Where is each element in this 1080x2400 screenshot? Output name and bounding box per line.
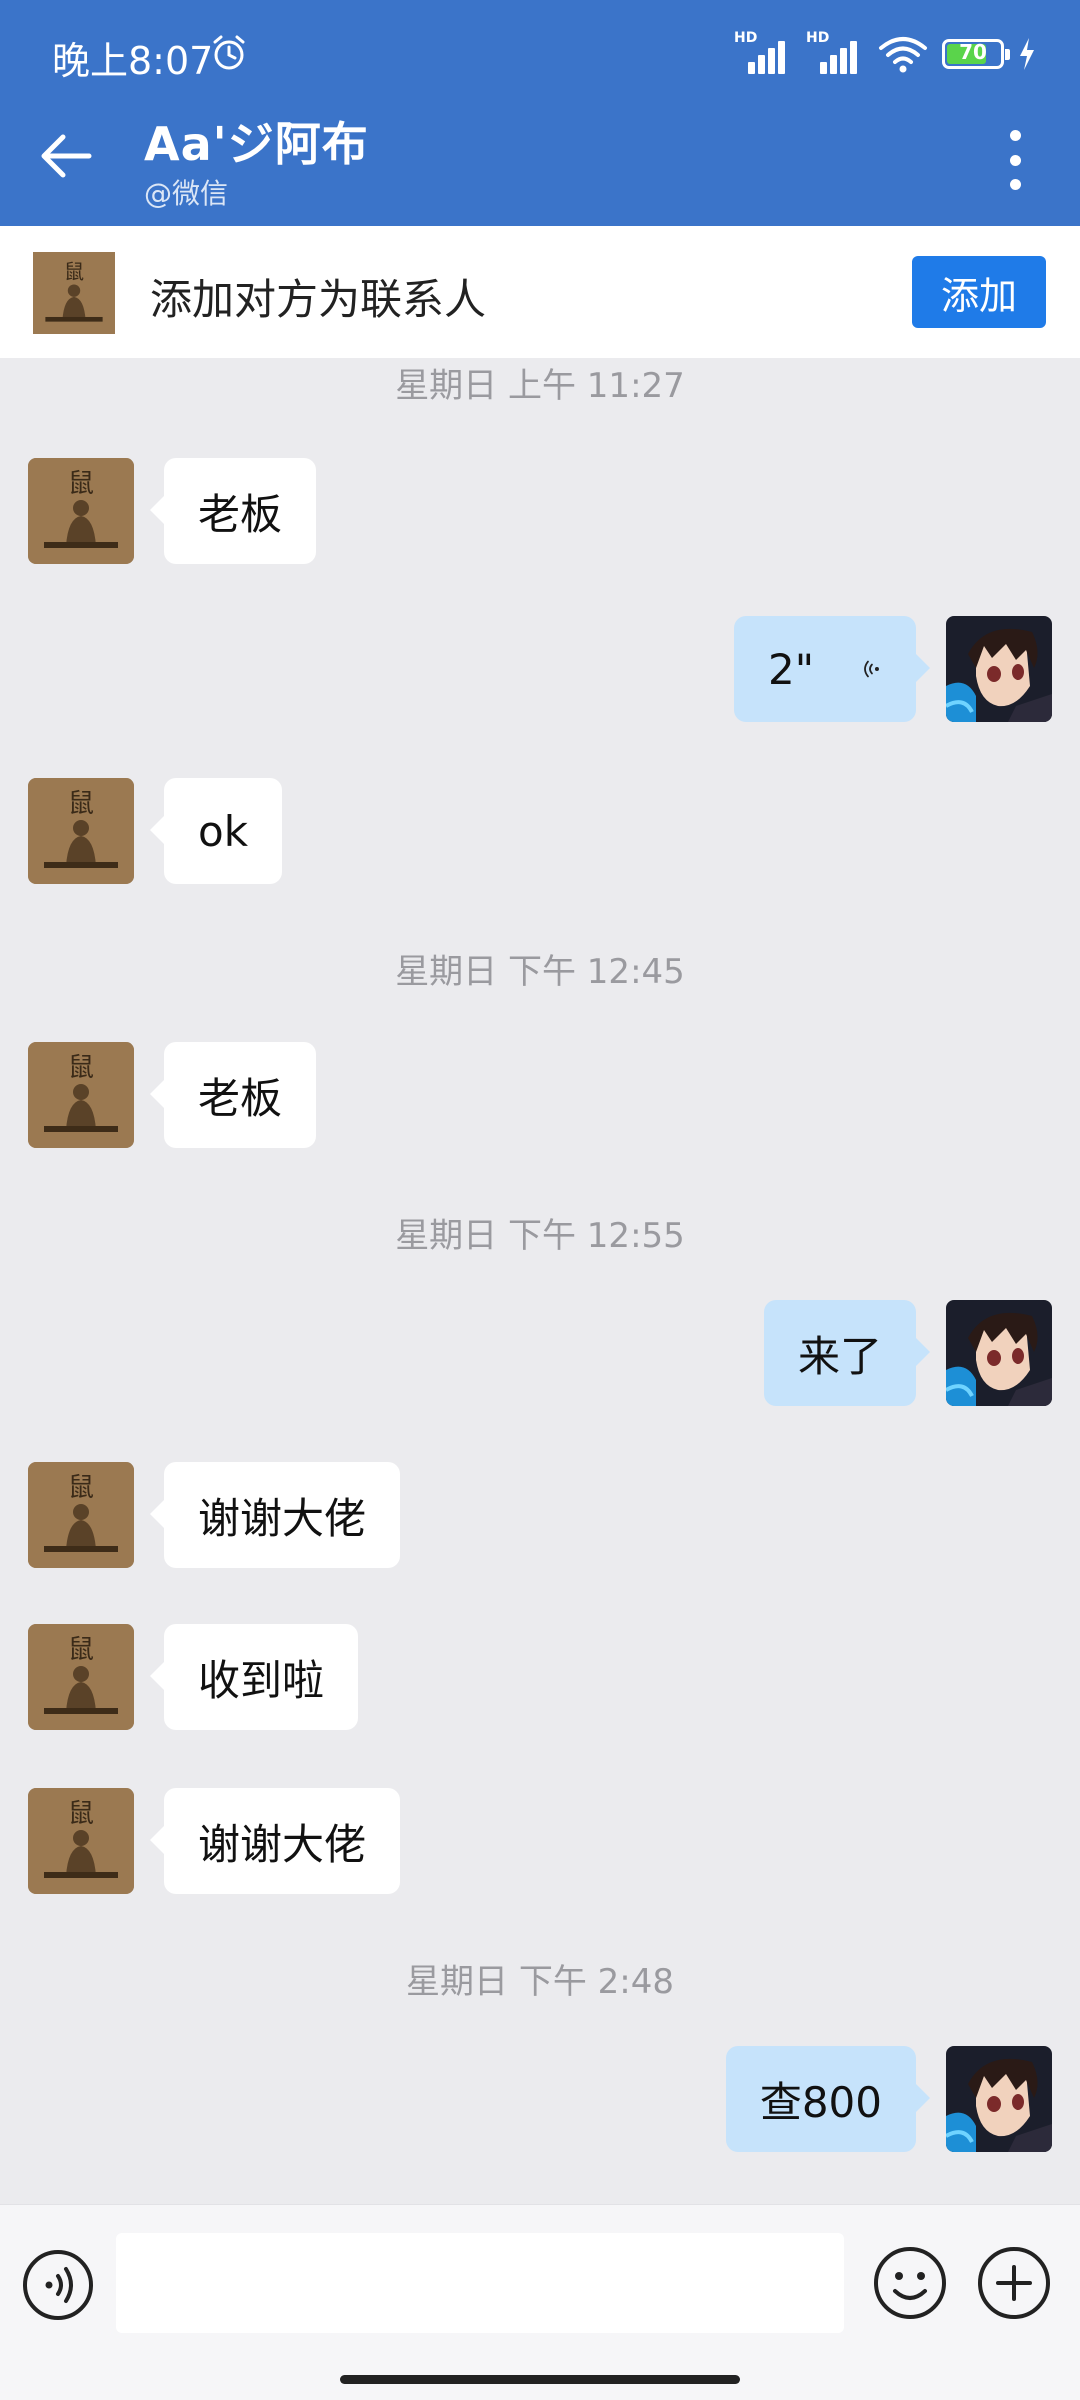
- add-contact-button[interactable]: 添加: [912, 256, 1046, 328]
- message-text: ok: [198, 806, 249, 856]
- chat-title: Aa'ジ阿布: [144, 117, 369, 171]
- message-text: 老板: [198, 1073, 283, 1123]
- contact-avatar[interactable]: [28, 458, 134, 564]
- self-avatar[interactable]: [946, 2046, 1052, 2152]
- battery-level: 70: [959, 40, 987, 64]
- message-bubble[interactable]: 老板: [149, 1042, 317, 1148]
- message-bubble[interactable]: 查800: [725, 2046, 931, 2152]
- alarm-icon: [213, 35, 245, 70]
- voice-wave-icon: [864, 660, 880, 678]
- battery-icon: 70: [942, 39, 1010, 69]
- contact-avatar[interactable]: [28, 1624, 134, 1730]
- message-input[interactable]: [116, 2233, 844, 2333]
- message-bubble[interactable]: 老板: [149, 458, 317, 564]
- charging-icon: [1020, 38, 1034, 70]
- contact-avatar[interactable]: [28, 1462, 134, 1568]
- self-avatar[interactable]: [946, 1300, 1052, 1406]
- timestamp: 星期日 上午 11:27: [395, 366, 685, 406]
- home-indicator[interactable]: [340, 2375, 740, 2384]
- message-list[interactable]: 星期日 上午 11:27 老板 2" ok 星期日 下午 12:45 老板 星期…: [0, 358, 1080, 2204]
- status-bar: 晚上8:07 HD HD 70: [0, 0, 1080, 104]
- message-text: 谢谢大佬: [198, 1493, 367, 1543]
- add-contact-text: 添加对方为联系人: [150, 275, 487, 324]
- voice-input-icon[interactable]: [22, 2249, 94, 2321]
- message-bubble[interactable]: 谢谢大佬: [149, 1462, 401, 1568]
- message-bubble[interactable]: 谢谢大佬: [149, 1788, 401, 1894]
- back-arrow-icon: [41, 134, 92, 178]
- contact-avatar[interactable]: [28, 778, 134, 884]
- message-text: 收到啦: [198, 1655, 325, 1705]
- message-bubble[interactable]: ok: [149, 778, 283, 884]
- message-text: 来了: [797, 1331, 882, 1381]
- self-avatar[interactable]: [946, 616, 1052, 722]
- message-bubble[interactable]: 收到啦: [149, 1624, 359, 1730]
- more-options-button[interactable]: [990, 130, 1040, 190]
- hd-label: HD: [806, 30, 830, 46]
- emoji-icon[interactable]: [872, 2245, 948, 2321]
- message-bubble[interactable]: 来了: [763, 1300, 931, 1406]
- back-button[interactable]: [36, 126, 96, 186]
- contact-avatar: [32, 252, 116, 334]
- timestamp: 星期日 下午 12:45: [395, 952, 685, 992]
- hd-label: HD: [734, 30, 758, 46]
- status-time: 晚上8:07: [52, 39, 214, 83]
- message-text: 老板: [198, 489, 283, 539]
- plus-icon[interactable]: [976, 2245, 1052, 2321]
- top-bar: 晚上8:07 HD HD 70 Aa'ジ阿布 @微信: [0, 0, 1080, 226]
- timestamp: 星期日 下午 2:48: [406, 1962, 674, 2002]
- voice-duration: 2": [768, 644, 815, 694]
- signal-icon: HD: [734, 30, 792, 74]
- voice-message-bubble[interactable]: 2": [734, 616, 930, 722]
- message-text: 谢谢大佬: [198, 1819, 367, 1869]
- input-bar: [0, 2204, 1080, 2400]
- timestamp: 星期日 下午 12:55: [395, 1216, 685, 1256]
- contact-avatar[interactable]: [28, 1042, 134, 1148]
- contact-avatar[interactable]: [28, 1788, 134, 1894]
- status-icons: HD HD 70: [734, 30, 1036, 76]
- add-contact-banner: 添加对方为联系人 添加: [0, 226, 1080, 358]
- message-text: 查800: [759, 2077, 882, 2127]
- chat-subtitle: @微信: [144, 177, 229, 210]
- wifi-icon: [879, 37, 927, 73]
- signal-icon: HD: [806, 30, 864, 74]
- more-vertical-icon: [1009, 130, 1021, 141]
